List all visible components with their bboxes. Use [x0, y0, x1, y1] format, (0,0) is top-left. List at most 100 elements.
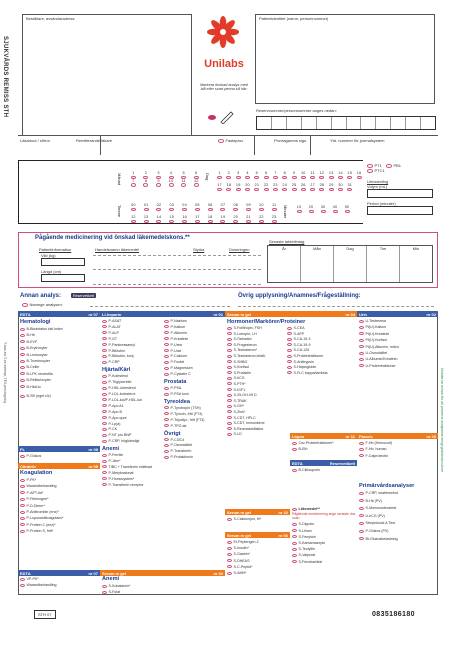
checkbox[interactable] [359, 514, 364, 518]
list-item[interactable]: P-CRP, högkänsligt [102, 439, 164, 445]
checkbox[interactable] [164, 455, 169, 459]
checkbox[interactable] [227, 399, 232, 403]
checkbox[interactable] [227, 427, 232, 431]
date-cell-box[interactable] [143, 183, 149, 187]
date-cell-box[interactable] [245, 175, 251, 179]
date-cell-box[interactable] [310, 175, 316, 179]
checkbox[interactable] [102, 374, 107, 378]
date-cell-box[interactable] [233, 207, 239, 211]
checkbox[interactable] [164, 366, 169, 370]
checkbox[interactable] [292, 522, 297, 526]
date-cell[interactable]: 02 [153, 203, 166, 211]
checkbox[interactable] [164, 443, 169, 447]
date-cell-box[interactable] [182, 207, 188, 211]
date-cell-box[interactable] [235, 187, 241, 191]
date-cell[interactable]: 50 [341, 205, 353, 213]
date-cell-box[interactable] [272, 187, 278, 191]
checkbox[interactable] [102, 483, 107, 487]
days-row-2[interactable]: 17 18 19 20 21 22 23 24 25 26 27 28 29 30 31 [215, 183, 365, 191]
date-cell[interactable]: 1 [215, 171, 224, 179]
name-analysis-checkbox[interactable] [22, 303, 28, 307]
date-cell-box[interactable] [217, 175, 223, 179]
checkbox[interactable] [359, 506, 364, 510]
date-cell[interactable]: 08 [229, 203, 242, 211]
date-cell[interactable]: 19 [217, 215, 230, 223]
date-cell[interactable]: 21 [242, 215, 255, 223]
checkbox[interactable] [20, 583, 25, 587]
list-item[interactable]: B-SR (eget rör) [20, 393, 98, 399]
checkbox[interactable] [359, 529, 364, 533]
date-cell[interactable]: 15 [165, 215, 178, 223]
date-cell-box[interactable] [217, 187, 223, 191]
date-cell[interactable]: 16 [178, 215, 191, 223]
checkbox[interactable] [20, 529, 25, 533]
date-cell-box[interactable] [319, 175, 325, 179]
date-cell[interactable]: 18 [224, 183, 233, 191]
date-cell[interactable]: 7 [127, 179, 140, 187]
checkbox[interactable] [292, 468, 297, 472]
checkbox[interactable] [20, 346, 25, 350]
list-item[interactable]: S-AMH* [227, 570, 289, 576]
checkbox[interactable] [227, 343, 232, 347]
fasting-option[interactable]: Fastaprov [218, 138, 243, 143]
date-cell-box[interactable] [332, 209, 338, 213]
date-cell[interactable]: 9 [152, 179, 165, 187]
checkbox[interactable] [359, 319, 364, 323]
checkbox[interactable] [102, 422, 107, 426]
date-cell-box[interactable] [246, 207, 252, 211]
date-cell[interactable]: 24 [280, 183, 289, 191]
date-cell-box[interactable] [263, 175, 269, 179]
checkbox[interactable] [227, 517, 232, 521]
checkbox[interactable] [359, 351, 364, 355]
checkbox[interactable] [102, 392, 107, 396]
date-cell[interactable]: 04 [178, 203, 191, 211]
date-cell-box[interactable] [347, 175, 353, 179]
checkbox[interactable] [164, 349, 169, 353]
list-item[interactable]: P-Glukos [20, 453, 41, 459]
date-cell[interactable]: 18 [204, 215, 217, 223]
date-cell-box[interactable] [308, 209, 314, 213]
date-cell[interactable]: 28 [317, 183, 326, 191]
date-cell-box[interactable] [300, 187, 306, 191]
ptc1-checkbox[interactable] [367, 169, 373, 173]
checkbox[interactable] [102, 331, 107, 335]
reserve-number-field[interactable] [256, 116, 436, 130]
list-item[interactable]: fB-Glukosbelastning [359, 536, 436, 544]
date-cell-box[interactable] [194, 219, 200, 223]
date-cell[interactable]: 05 [191, 203, 204, 211]
checkbox[interactable] [287, 332, 292, 336]
checkbox[interactable] [164, 319, 169, 323]
checkbox[interactable] [227, 571, 232, 575]
checkbox[interactable] [287, 348, 292, 352]
date-cell-box[interactable] [291, 175, 297, 179]
checkbox[interactable] [164, 406, 169, 410]
date-cell[interactable]: 8 [280, 171, 289, 179]
date-cell-box[interactable] [226, 175, 232, 179]
dose-grid[interactable]: År Mån Dag Tim Min [267, 245, 433, 283]
checkbox[interactable] [20, 577, 25, 581]
date-cell[interactable]: 4 [243, 171, 252, 179]
checkbox[interactable] [20, 491, 25, 495]
date-cell-box[interactable] [263, 187, 269, 191]
checkbox[interactable] [359, 441, 364, 445]
checkbox[interactable] [20, 516, 25, 520]
checkbox[interactable] [20, 504, 25, 508]
list-item[interactable]: Streptokock A Test [359, 520, 436, 528]
checkbox[interactable] [20, 510, 25, 514]
checkbox[interactable] [20, 359, 25, 363]
date-cell[interactable]: 14 [336, 171, 345, 179]
checkbox[interactable] [359, 364, 364, 368]
other-info-line[interactable] [238, 306, 434, 307]
checkbox[interactable] [102, 360, 107, 364]
checkbox[interactable] [164, 337, 169, 341]
date-cell[interactable]: 12 [317, 171, 326, 179]
checkbox[interactable] [359, 499, 364, 503]
date-cell-box[interactable] [130, 219, 136, 223]
date-cell[interactable]: 9 [289, 171, 298, 179]
date-cell-box[interactable] [156, 219, 162, 223]
date-cell[interactable]: 17 [215, 183, 224, 191]
date-cell-box[interactable] [271, 207, 277, 211]
checkbox[interactable] [227, 393, 232, 397]
checkbox[interactable] [102, 404, 107, 408]
checkbox[interactable] [227, 332, 232, 336]
